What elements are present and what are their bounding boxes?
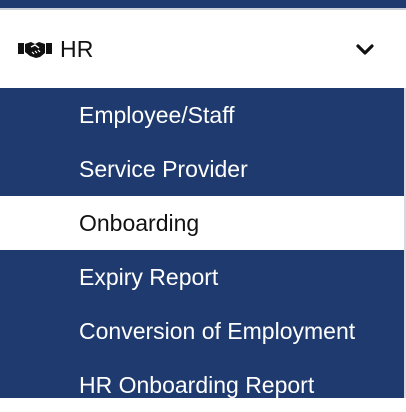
submenu-item-expiry-report[interactable]: Expiry Report <box>0 250 404 304</box>
submenu-item-employee-staff[interactable]: Employee/Staff <box>0 88 404 142</box>
chevron-down-icon[interactable] <box>356 43 374 55</box>
submenu-item-label: Onboarding <box>79 209 200 236</box>
submenu-item-label: HR Onboarding Report <box>79 371 315 398</box>
hr-submenu: Employee/Staff Service Provider Onboardi… <box>0 88 406 398</box>
submenu-item-onboarding[interactable]: Onboarding <box>0 196 404 250</box>
submenu-item-conversion-of-employment[interactable]: Conversion of Employment <box>0 304 404 358</box>
submenu-item-label: Employee/Staff <box>79 101 235 128</box>
handshake-icon <box>18 38 52 60</box>
submenu-item-label: Service Provider <box>79 155 248 182</box>
sidebar-section-hr[interactable]: HR <box>0 10 406 88</box>
sidebar-section-label: HR <box>60 35 94 62</box>
submenu-item-hr-onboarding-report[interactable]: HR Onboarding Report <box>0 358 404 412</box>
submenu-item-label: Conversion of Employment <box>79 317 356 344</box>
submenu-item-label: Expiry Report <box>79 263 219 290</box>
submenu-item-service-provider[interactable]: Service Provider <box>0 142 404 196</box>
sidebar-top-strip <box>0 0 406 8</box>
